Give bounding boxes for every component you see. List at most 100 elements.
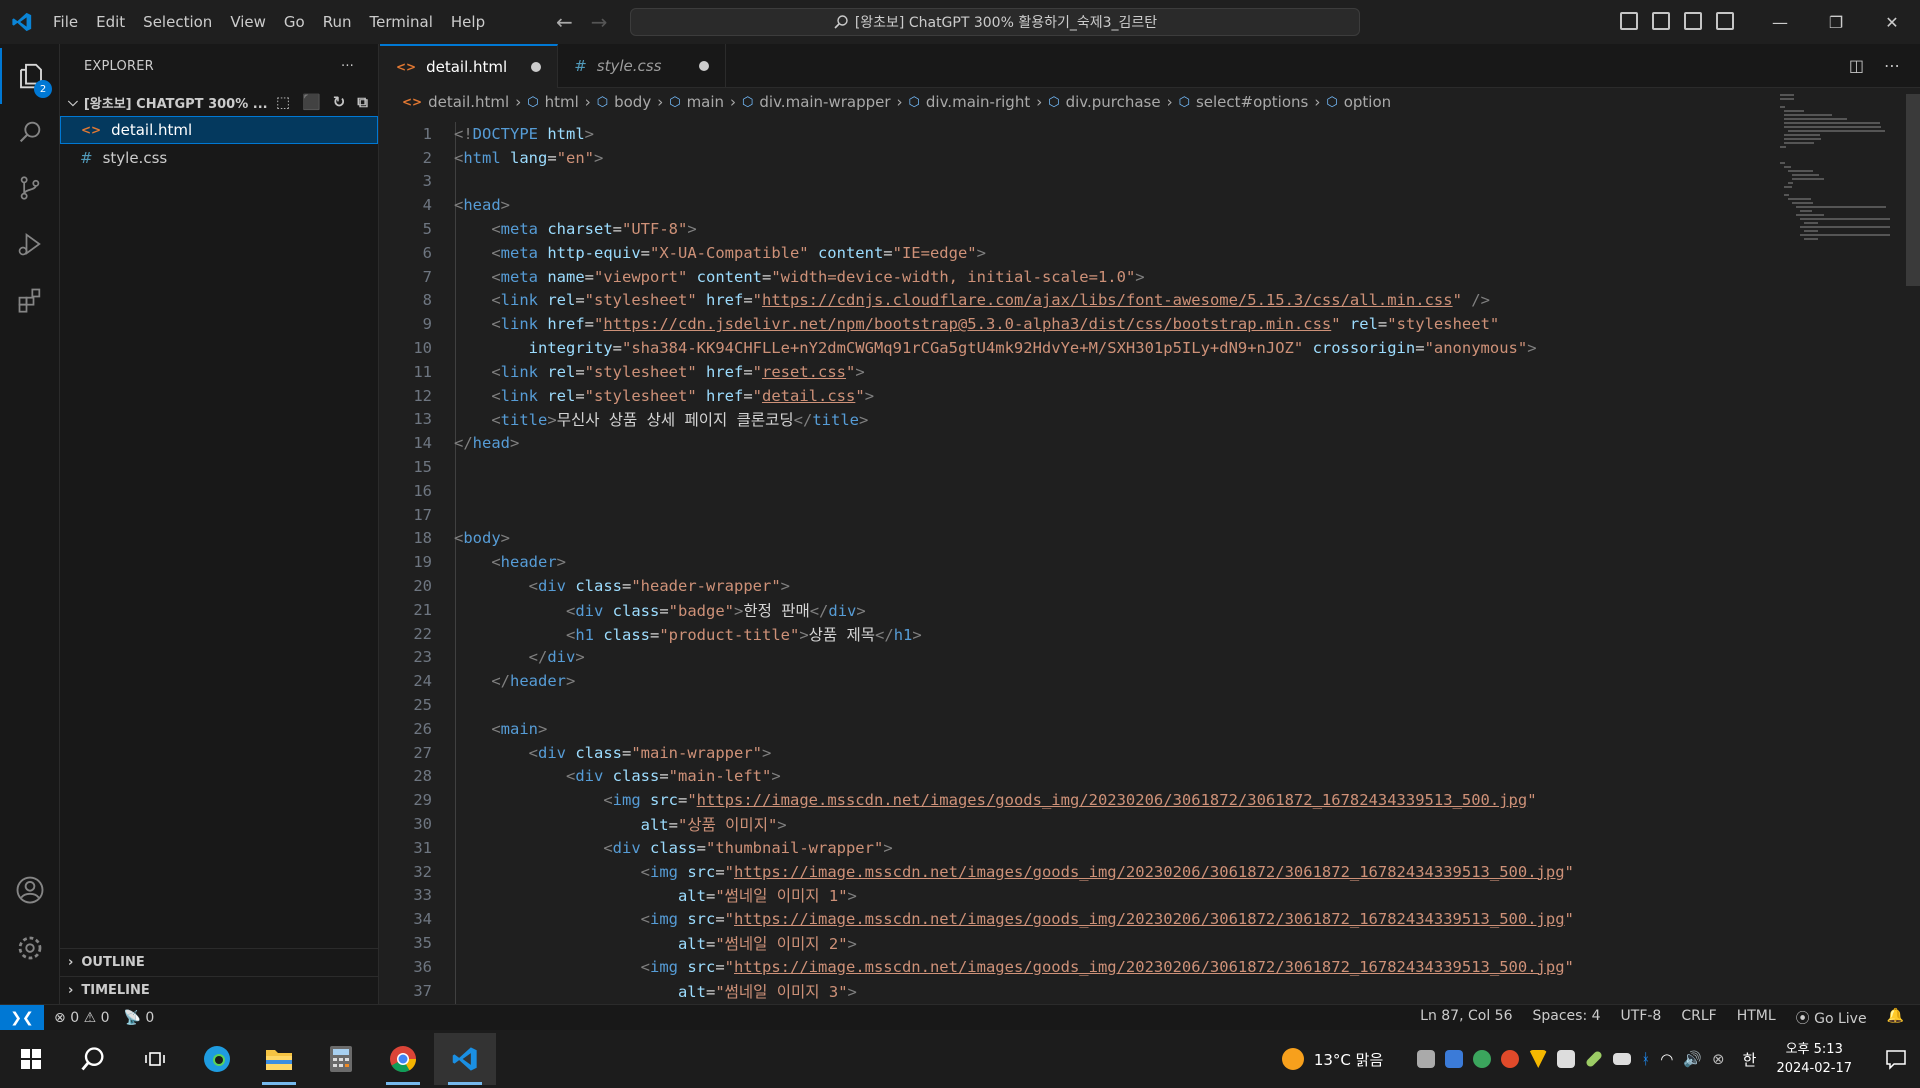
code-line[interactable]: 9 <link href="https://cdn.jsdelivr.net/n… xyxy=(380,312,1780,336)
end-of-line[interactable]: CRLF xyxy=(1681,1008,1716,1028)
accounts-icon[interactable] xyxy=(0,862,60,918)
vertical-scrollbar[interactable] xyxy=(1906,94,1920,286)
code-line[interactable]: 14 </head> xyxy=(380,431,1780,455)
weather-sun-icon[interactable] xyxy=(1281,1048,1304,1070)
search-icon[interactable] xyxy=(0,104,60,160)
command-center[interactable]: [왕초보] ChatGPT 300% 활용하기_숙제3_김르탄 xyxy=(630,8,1360,36)
code-line[interactable]: 2 <html lang="en"> xyxy=(380,146,1780,170)
code-line[interactable]: 15 xyxy=(380,455,1780,479)
code-line[interactable]: 36 <img src="https://image.msscdn.net/im… xyxy=(380,955,1780,979)
menu-edit[interactable]: Edit xyxy=(87,13,134,31)
volume-icon[interactable]: 🔊 xyxy=(1683,1050,1702,1068)
weather-text[interactable]: 13°C 맑음 xyxy=(1314,1049,1383,1070)
code-line[interactable]: 22 <h1 class="product-title">상품 제목</h1> xyxy=(380,622,1780,646)
code-line[interactable]: 4 <head> xyxy=(380,193,1780,217)
code-line[interactable]: 10 integrity="sha384-KK94CHFLLe+nY2dmCWG… xyxy=(380,336,1780,360)
back-arrow-icon[interactable]: ← xyxy=(556,10,573,34)
timeline-section[interactable]: › TIMELINE xyxy=(60,976,379,1004)
code-line[interactable]: 3 xyxy=(380,170,1780,194)
maximize-icon[interactable]: ❐ xyxy=(1808,0,1864,44)
menu-run[interactable]: Run xyxy=(314,13,361,31)
code-line[interactable]: 34 <img src="https://image.msscdn.net/im… xyxy=(380,907,1780,931)
ime-indicator[interactable]: 한 xyxy=(1743,1049,1757,1070)
code-line[interactable]: 37 alt="썸네일 이미지 3"> xyxy=(380,979,1780,1003)
collapse-all-icon[interactable]: ⧉ xyxy=(357,93,368,111)
code-line[interactable]: 19 <header> xyxy=(380,550,1780,574)
code-editor[interactable]: 1 <!DOCTYPE html> 2 <html lang="en"> 3 4 <head… xyxy=(380,122,1780,1004)
menu-view[interactable]: View xyxy=(221,13,275,31)
code-line[interactable]: 33 alt="썸네일 이미지 1"> xyxy=(380,884,1780,908)
go-live-button[interactable]: ⦿ Go Live xyxy=(1796,1008,1867,1028)
file-item-detail-html[interactable]: <> detail.html xyxy=(60,116,378,144)
code-line[interactable]: 31 <div class="thumbnail-wrapper"> xyxy=(380,836,1780,860)
breadcrumb-item[interactable]: detail.html xyxy=(428,93,509,111)
menu-file[interactable]: File xyxy=(44,13,87,31)
indentation[interactable]: Spaces: 4 xyxy=(1532,1008,1600,1028)
menu-go[interactable]: Go xyxy=(275,13,314,31)
code-line[interactable]: 12 <link rel="stylesheet" href="detail.c… xyxy=(380,384,1780,408)
code-line[interactable]: 30 alt="상품 이미지"> xyxy=(380,812,1780,836)
run-debug-icon[interactable] xyxy=(0,216,60,272)
tab-detail-html[interactable]: <> detail.html xyxy=(380,44,559,88)
windows-start-icon[interactable] xyxy=(0,1033,62,1085)
explorer-icon[interactable]: 2 xyxy=(0,48,60,104)
breadcrumb-item[interactable]: div.purchase xyxy=(1066,93,1161,111)
problems-indicator[interactable]: ⊗ 0 ⚠ 0 xyxy=(54,1010,110,1026)
code-line[interactable]: 23 </div> xyxy=(380,646,1780,670)
chrome-browser-icon[interactable] xyxy=(372,1033,434,1085)
code-line[interactable]: 26 <main> xyxy=(380,717,1780,741)
forward-arrow-icon[interactable]: → xyxy=(591,10,608,34)
settings-gear-icon[interactable] xyxy=(0,920,60,976)
toggle-panel-icon[interactable] xyxy=(1652,12,1670,30)
defender-shield-icon[interactable] xyxy=(1557,1050,1576,1068)
more-actions-icon[interactable]: ··· xyxy=(341,59,354,74)
task-view-icon[interactable] xyxy=(124,1033,186,1085)
code-line[interactable]: 6 <meta http-equiv="X-UA-Compatible" con… xyxy=(380,241,1780,265)
tab-style-css[interactable]: # style.css xyxy=(558,44,727,88)
extensions-icon[interactable] xyxy=(0,272,60,328)
battery-icon[interactable] xyxy=(1613,1053,1632,1065)
security-shield-icon[interactable] xyxy=(1445,1050,1464,1068)
file-item-style-css[interactable]: # style.css xyxy=(60,144,378,172)
code-line[interactable]: 27 <div class="main-wrapper"> xyxy=(380,741,1780,765)
breadcrumb-item[interactable]: div.main-wrapper xyxy=(759,93,890,111)
code-line[interactable]: 21 <div class="badge">한정 판매</div> xyxy=(380,598,1780,622)
code-line[interactable]: 11 <link rel="stylesheet" href="reset.cs… xyxy=(380,360,1780,384)
split-editor-icon[interactable]: ◫ xyxy=(1849,56,1864,75)
unsaved-dot-icon[interactable] xyxy=(531,62,542,72)
breadcrumb-item[interactable]: html xyxy=(545,93,579,111)
breadcrumb-item[interactable]: option xyxy=(1344,93,1391,111)
calculator-icon[interactable] xyxy=(310,1033,372,1085)
more-actions-icon[interactable]: ⋯ xyxy=(1884,56,1900,75)
clock[interactable]: 오후 5:13 2024-02-17 xyxy=(1766,1040,1862,1078)
code-line[interactable]: 8 <link rel="stylesheet" href="https://c… xyxy=(380,289,1780,313)
code-line[interactable]: 13 <title>무신사 상품 상세 페이지 클론코딩</title> xyxy=(380,408,1780,432)
code-line[interactable]: 7 <meta name="viewport" content="width=d… xyxy=(380,265,1780,289)
unsaved-dot-icon[interactable] xyxy=(699,61,710,71)
chat-app-icon[interactable] xyxy=(1417,1050,1436,1068)
breadcrumb-item[interactable]: div.main-right xyxy=(926,93,1030,111)
workspace-folder[interactable]: ⌵ [왕초보] CHATGPT 300% ... ⬚ ⬛ ↻ ⧉ xyxy=(60,88,378,116)
breadcrumb-item[interactable]: body xyxy=(614,93,651,111)
minimap[interactable] xyxy=(1780,94,1890,294)
toggle-primary-sidebar-icon[interactable] xyxy=(1620,12,1638,30)
code-line[interactable]: 18 <body> xyxy=(380,527,1780,551)
breadcrumb-item[interactable]: main xyxy=(687,93,724,111)
code-line[interactable]: 17 xyxy=(380,503,1780,527)
breadcrumb-item[interactable]: select#options xyxy=(1196,93,1308,111)
code-line[interactable]: 5 <meta charset="UTF-8"> xyxy=(380,217,1780,241)
menu-help[interactable]: Help xyxy=(442,13,494,31)
remote-indicator-icon[interactable]: ❯❮ xyxy=(0,1004,44,1031)
code-line[interactable]: 32 <img src="https://image.msscdn.net/im… xyxy=(380,860,1780,884)
file-explorer-icon[interactable] xyxy=(248,1033,310,1085)
app-tray-icon[interactable] xyxy=(1529,1050,1548,1068)
refresh-icon[interactable]: ↻ xyxy=(333,93,346,111)
code-line[interactable]: 28 <div class="main-left"> xyxy=(380,765,1780,789)
toggle-secondary-sidebar-icon[interactable] xyxy=(1684,12,1702,30)
code-line[interactable]: 25 xyxy=(380,693,1780,717)
new-folder-icon[interactable]: ⬛ xyxy=(302,93,321,111)
menu-terminal[interactable]: Terminal xyxy=(361,13,442,31)
encoding[interactable]: UTF-8 xyxy=(1621,1008,1662,1028)
close-icon[interactable]: ✕ xyxy=(1864,0,1920,44)
language-mode[interactable]: HTML xyxy=(1737,1008,1776,1028)
